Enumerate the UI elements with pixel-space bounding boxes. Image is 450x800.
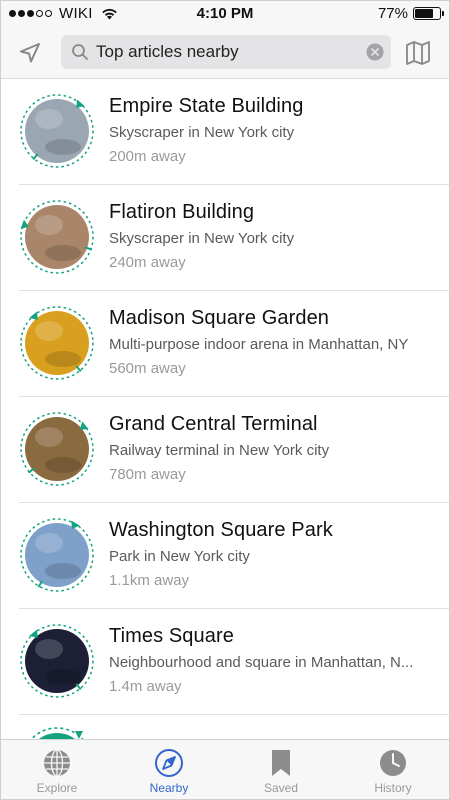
result-thumbnail: [19, 305, 95, 381]
result-distance: 240m away: [109, 254, 186, 271]
app-frame: WIKI 4:10 PM 77% Top articles nearby Emp…: [0, 0, 450, 800]
tab-bar: Explore Nearby Saved History: [1, 739, 449, 799]
map-icon[interactable]: [405, 40, 431, 66]
battery-percent: 77%: [377, 5, 408, 22]
result-description: Skyscraper in New York city: [109, 124, 295, 141]
result-description: Railway terminal in New York city: [109, 442, 330, 459]
search-box[interactable]: [61, 35, 391, 69]
result-title: Grand Central Terminal: [109, 413, 318, 435]
locate-button[interactable]: [15, 39, 45, 67]
result-row[interactable]: Grand Central Terminal Railway terminal …: [19, 397, 449, 503]
battery-icon: [413, 7, 444, 20]
compass-icon: [155, 749, 183, 777]
result-title: Madison Square Garden: [109, 307, 330, 329]
clear-icon[interactable]: [366, 43, 384, 61]
result-row[interactable]: Empire State Building Skyscraper in New …: [19, 79, 449, 185]
result-distance: 1.1km away: [109, 572, 190, 589]
tab-saved[interactable]: Saved: [225, 740, 337, 799]
search-input[interactable]: [96, 35, 356, 69]
tab-label: Saved: [263, 781, 299, 795]
search-header: [1, 27, 449, 79]
compass-thumbnail-icon: [20, 94, 94, 168]
result-row-partial[interactable]: [19, 715, 449, 741]
result-thumbnail: [19, 517, 95, 593]
compass-thumbnail-icon: [20, 200, 94, 274]
result-thumbnail: [19, 623, 95, 699]
result-row[interactable]: Washington Square Park Park in New York …: [19, 503, 449, 609]
compass-thumbnail-icon: [20, 624, 94, 698]
result-distance: 1.4m away: [109, 678, 182, 695]
result-thumbnail: [19, 199, 95, 275]
result-thumbnail: [19, 411, 95, 487]
result-description: Multi-purpose indoor arena in Manhattan,…: [109, 336, 409, 353]
result-title: Flatiron Building: [109, 201, 255, 223]
status-right: 77%: [377, 5, 444, 22]
result-distance: 780m away: [109, 466, 186, 483]
tab-label: History: [374, 781, 412, 795]
globe-icon: [44, 749, 70, 777]
result-title: Times Square: [109, 625, 234, 647]
result-row[interactable]: Times Square Neighbourhood and square in…: [19, 609, 449, 715]
tab-explore[interactable]: Explore: [1, 740, 113, 799]
result-row[interactable]: Madison Square Garden Multi-purpose indo…: [19, 291, 449, 397]
battery-level: [415, 9, 434, 18]
compass-thumbnail-icon: [20, 518, 94, 592]
result-title: Empire State Building: [109, 95, 304, 117]
tab-label: Explore: [36, 781, 78, 795]
result-title: Washington Square Park: [109, 519, 333, 541]
search-icon: [72, 44, 88, 60]
result-description: Skyscraper in New York city: [109, 230, 295, 247]
result-distance: 200m away: [109, 148, 186, 165]
result-row[interactable]: Flatiron Building Skyscraper in New York…: [19, 185, 449, 291]
nearby-results-list[interactable]: Empire State Building Skyscraper in New …: [1, 79, 449, 741]
location-arrow-icon: [20, 43, 40, 63]
tab-label: Nearby: [149, 781, 189, 795]
status-bar: WIKI 4:10 PM 77%: [1, 1, 449, 27]
result-thumbnail: [19, 93, 95, 169]
tab-nearby[interactable]: Nearby: [113, 740, 225, 799]
clock-icon: [380, 750, 406, 776]
result-distance: 560m away: [109, 360, 186, 377]
compass-thumbnail-icon: [20, 412, 94, 486]
compass-thumbnail-icon: [20, 306, 94, 380]
result-description: Neighbourhood and square in Manhattan, N…: [109, 654, 414, 671]
tab-history[interactable]: History: [337, 740, 449, 799]
bookmark-icon: [272, 750, 290, 776]
result-description: Park in New York city: [109, 548, 250, 565]
